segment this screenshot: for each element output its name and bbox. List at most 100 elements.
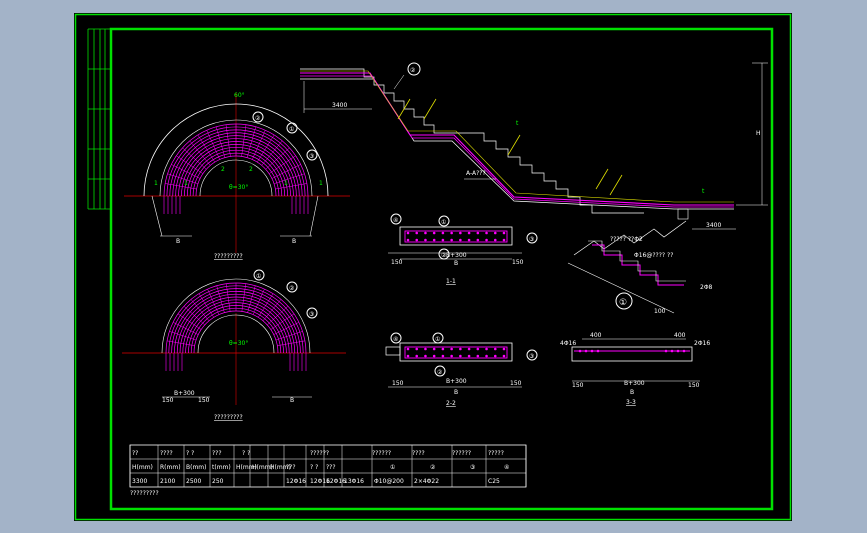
s11-callout-4: ④ bbox=[390, 213, 402, 225]
s22-total: B bbox=[454, 389, 458, 396]
radial-tie bbox=[252, 130, 266, 160]
table-value: C25 bbox=[488, 478, 500, 485]
table-value: 3300 bbox=[132, 478, 147, 485]
left-title-strip bbox=[87, 28, 111, 210]
svg-text:②: ② bbox=[289, 285, 295, 292]
s22-caption: 2-2 bbox=[446, 400, 456, 407]
s11-callout-1: ① bbox=[438, 215, 450, 227]
table-circle: ④ bbox=[504, 464, 509, 471]
svg-text:③: ③ bbox=[309, 311, 314, 318]
rebar-dot bbox=[432, 347, 436, 351]
rebar-dot bbox=[424, 231, 427, 235]
plan-bottom-dim-left: B+300 bbox=[174, 390, 195, 397]
section-cut bbox=[507, 134, 521, 156]
svg-text:①: ① bbox=[256, 273, 261, 280]
side-label-6: 2 bbox=[249, 166, 253, 173]
rebar-dot bbox=[459, 238, 462, 242]
outer-border bbox=[74, 13, 792, 521]
s22-callout-1: ① bbox=[432, 332, 444, 344]
rebar-dot bbox=[406, 238, 410, 242]
aa-callout: ② bbox=[407, 62, 421, 76]
rebar-dot bbox=[467, 354, 471, 358]
s11-total: B bbox=[454, 260, 458, 267]
rebar-dot bbox=[467, 231, 471, 235]
rebar-dot bbox=[676, 349, 680, 353]
rebar-dot bbox=[485, 347, 488, 351]
table-header: ? ? bbox=[186, 450, 194, 457]
s33-caption: 3-3 bbox=[626, 399, 636, 406]
rebar-dot bbox=[476, 238, 480, 242]
table-subheader: R(mm) bbox=[160, 464, 181, 471]
schedule-table: ??????? ????? ??????????????????????????… bbox=[129, 444, 527, 497]
rebar-dot bbox=[441, 347, 445, 351]
table-subheader: ??? bbox=[286, 464, 296, 471]
s22-left: 150 bbox=[392, 380, 404, 387]
rebar-dot bbox=[502, 347, 506, 351]
plan-top-callout-1: ① bbox=[286, 122, 298, 134]
rebar-dot bbox=[664, 349, 668, 353]
rebar-dot bbox=[590, 349, 594, 353]
rebar-dot bbox=[502, 231, 506, 235]
s33-right: 150 bbox=[688, 382, 700, 389]
rebar-dot bbox=[441, 231, 445, 235]
rebar-dot bbox=[485, 238, 488, 242]
rebar-dot bbox=[424, 354, 427, 358]
aa-title: A-A??? bbox=[466, 170, 486, 177]
plan-bottom-dim-right: B bbox=[290, 397, 294, 404]
detail-callout: ① bbox=[615, 292, 633, 310]
table-value: Φ10@200 bbox=[374, 478, 404, 485]
rebar-dot bbox=[415, 231, 419, 235]
rebar-dot bbox=[467, 347, 471, 351]
s33-label-left: 4Φ16 bbox=[560, 340, 576, 347]
rebar-mid bbox=[300, 75, 734, 208]
rebar-dot bbox=[459, 231, 462, 235]
rebar-dot bbox=[459, 347, 462, 351]
table-circle: ② bbox=[430, 464, 436, 471]
plan-bottom-caption: ????????? bbox=[214, 414, 243, 421]
table-subheader: t(mm) bbox=[212, 464, 231, 471]
section-cut bbox=[423, 98, 437, 120]
cad-viewport: .g { stroke:#00e000; fill:none; } .w { s… bbox=[0, 0, 867, 533]
aa-slab-label-1: t bbox=[516, 120, 519, 127]
svg-text:③: ③ bbox=[529, 353, 534, 360]
plan-top-dim-right: B bbox=[292, 238, 296, 245]
s11-left: 150 bbox=[391, 259, 403, 266]
plan-bottom-sub-left: 150 bbox=[162, 397, 174, 404]
side-label-3: 1 bbox=[284, 180, 288, 187]
rebar-dot bbox=[502, 354, 506, 358]
detail-note-2: Φ16@???? ?? bbox=[634, 252, 673, 259]
detail-right: 2Φ8 bbox=[700, 284, 713, 291]
side-label-2: 1 bbox=[184, 180, 188, 187]
svg-text:①: ① bbox=[619, 298, 627, 308]
plan-top-caption: ????????? bbox=[214, 253, 243, 260]
rebar-dot bbox=[432, 231, 436, 235]
svg-text:②: ② bbox=[437, 369, 443, 376]
radial-tie bbox=[256, 134, 275, 163]
aa-dim-right: 3400 bbox=[706, 222, 721, 229]
rebar-dot bbox=[584, 349, 588, 353]
rebar-dot bbox=[406, 347, 410, 351]
rebar-dot bbox=[467, 238, 471, 242]
s11-right: 150 bbox=[512, 259, 524, 266]
rebar-dot bbox=[450, 354, 453, 358]
plan-bottom: θ=30° B+300 150 150 B ????????? ① ② ③ bbox=[122, 269, 346, 421]
svg-text:②: ② bbox=[255, 115, 261, 122]
table-header: ? ? bbox=[242, 450, 250, 457]
section-33: 4Φ16 400 400 2Φ16 150 B+300 150 B 3-3 bbox=[560, 332, 710, 406]
rebar-dot bbox=[415, 354, 419, 358]
table-subheader: H(mm) bbox=[132, 464, 153, 471]
plan-top: 60° θ=30° B B ????????? ① ② ③ 1 1 1 1 2 … bbox=[124, 92, 350, 260]
table-subheader: B(mm) bbox=[186, 464, 207, 471]
rebar-dot bbox=[596, 349, 600, 353]
plan-top-callout-3: ③ bbox=[306, 149, 318, 161]
rebar-dot bbox=[476, 354, 480, 358]
rebar-dot bbox=[450, 238, 453, 242]
table-header: ?? bbox=[132, 450, 138, 457]
s22-mid: B+300 bbox=[446, 378, 467, 385]
s11-callout-3: ③ bbox=[526, 232, 538, 244]
schedule-footer: ????????? bbox=[130, 490, 159, 497]
aa-dim-h: H bbox=[756, 130, 761, 137]
spiral-stair-drawing: .g { stroke:#00e000; fill:none; } .w { s… bbox=[74, 13, 792, 521]
table-circle: ① bbox=[390, 464, 395, 471]
table-header: ????? bbox=[488, 450, 504, 457]
